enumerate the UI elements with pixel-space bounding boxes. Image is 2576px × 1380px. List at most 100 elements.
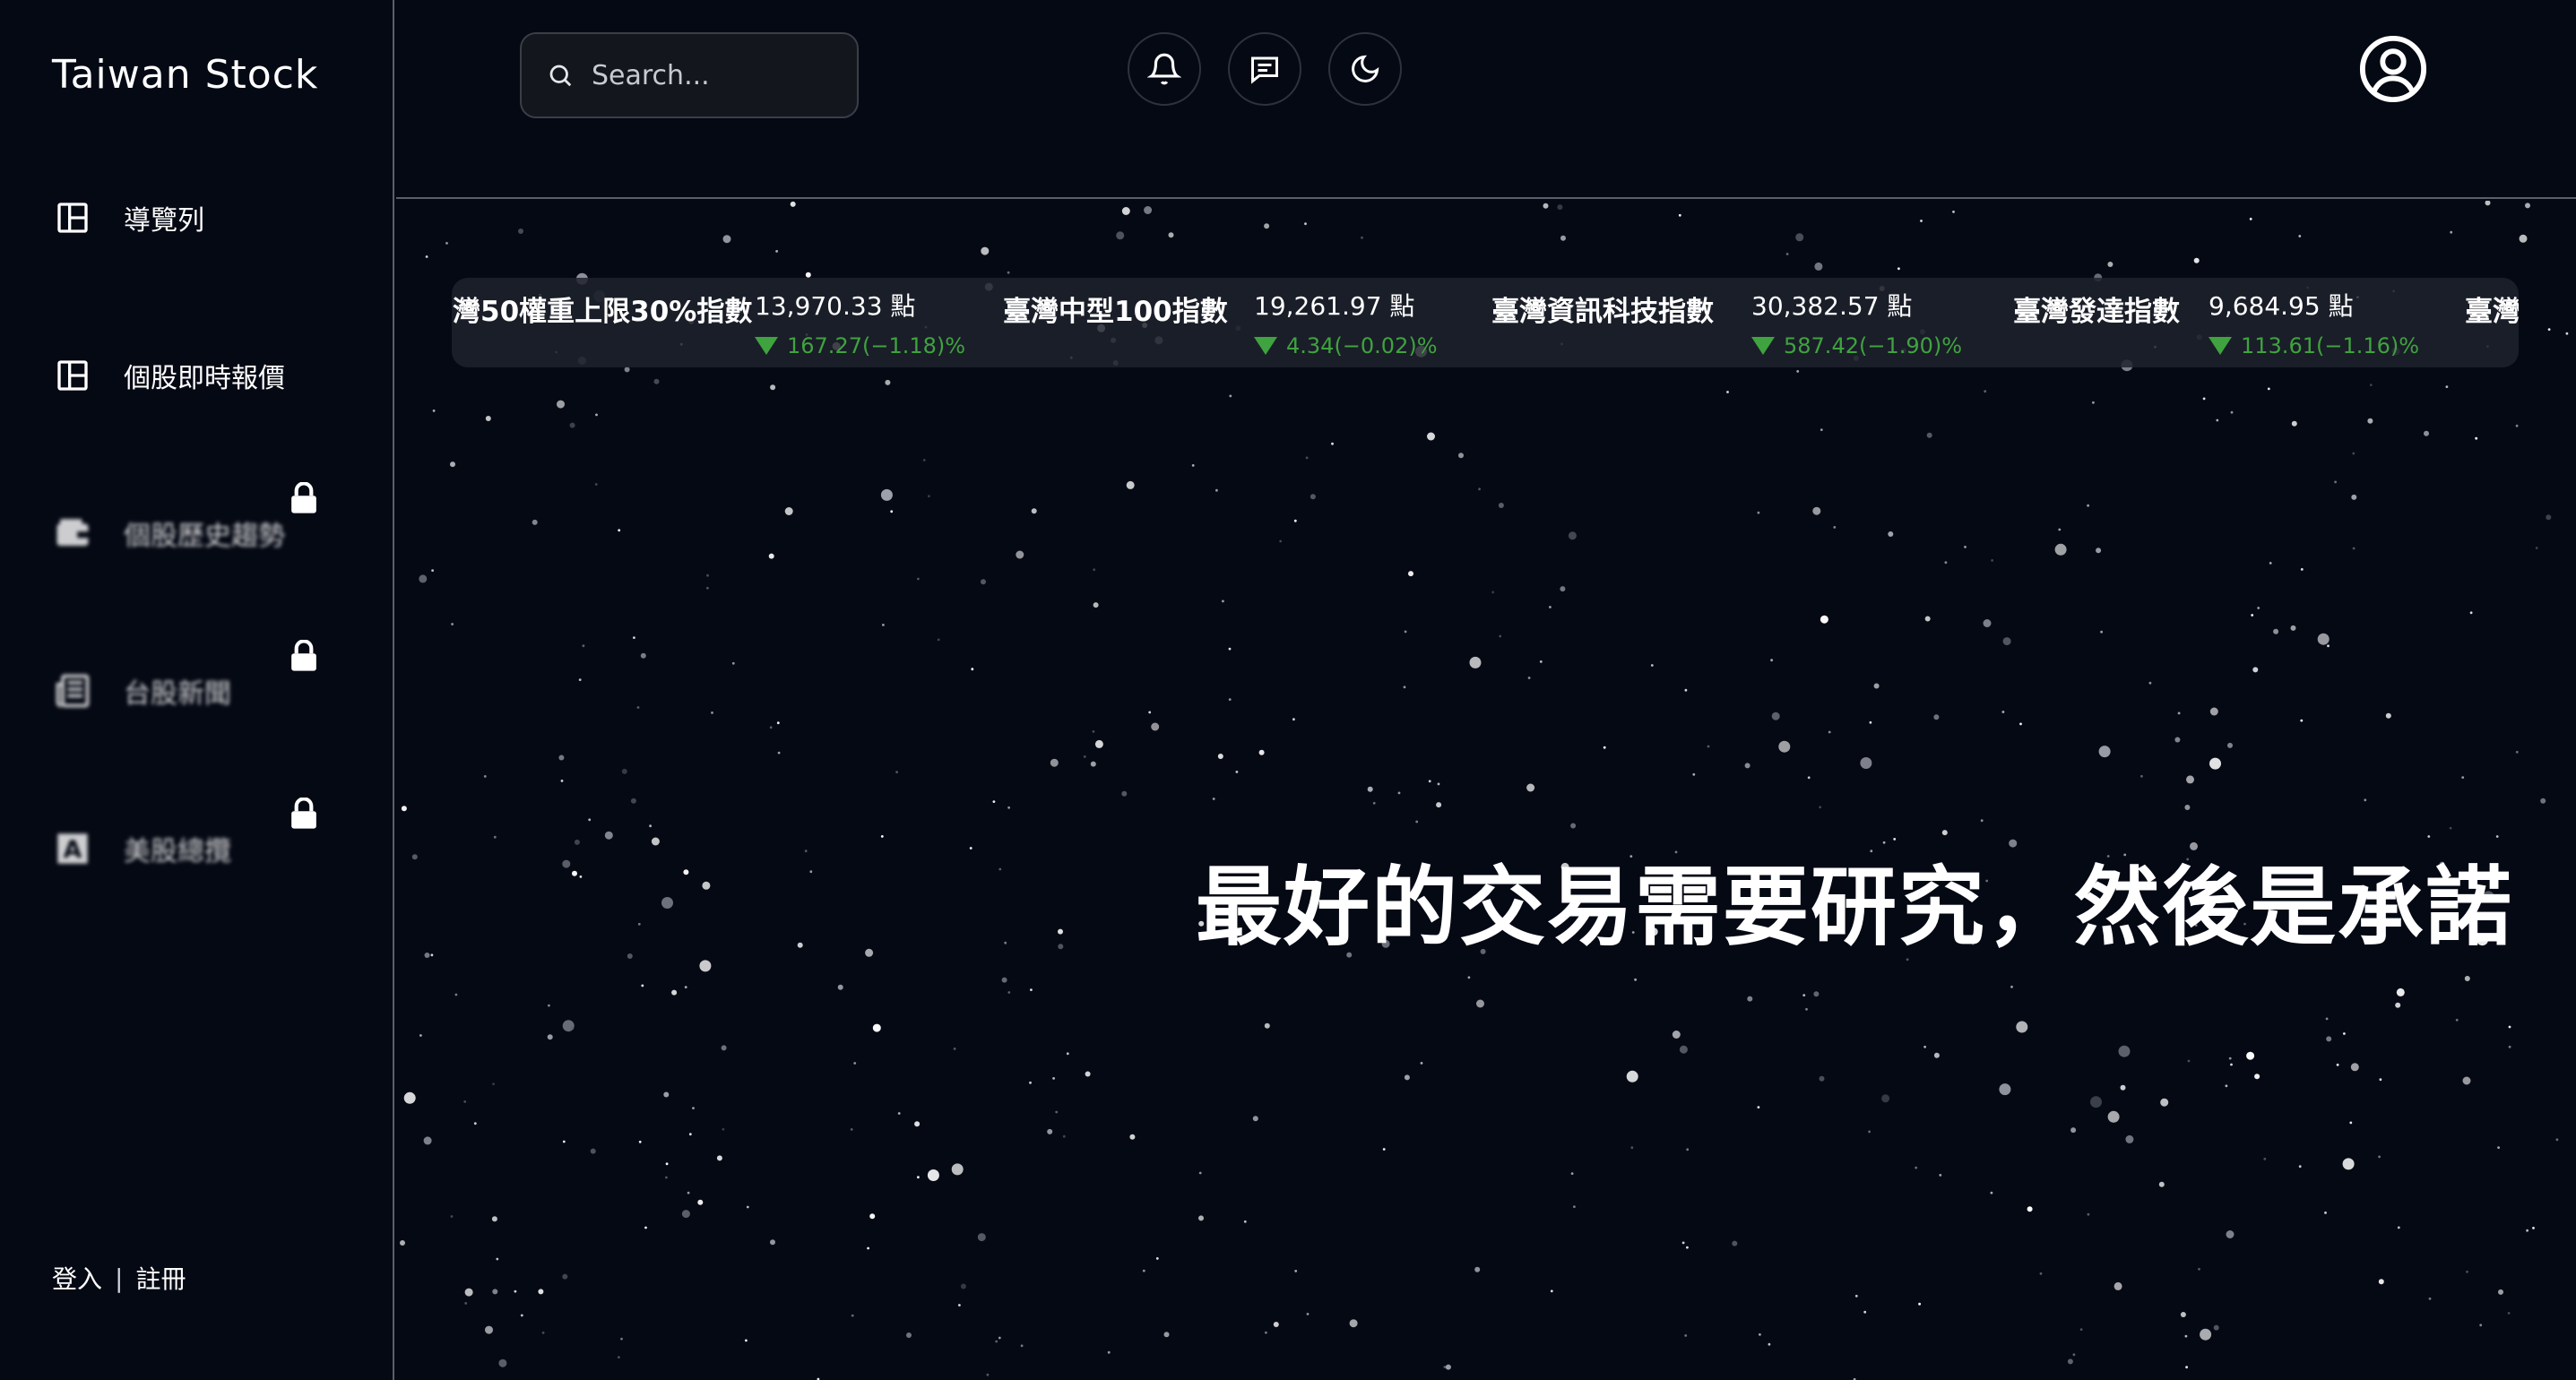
login-link[interactable]: 登入 xyxy=(52,1260,102,1296)
star-dot xyxy=(995,1340,998,1343)
star-dot xyxy=(425,255,428,258)
sidebar-item-realtime-quote[interactable]: 個股即時報價 xyxy=(52,349,357,402)
sidebar-item-us-overview[interactable]: A 美股總攬 xyxy=(52,822,357,875)
star-dot xyxy=(805,272,811,278)
sidebar-item-label: 導覽列 xyxy=(124,205,204,237)
star-dot xyxy=(1107,1350,1111,1354)
star-dot xyxy=(2072,1353,2076,1357)
star-dot xyxy=(1252,1116,1258,1122)
star-dot xyxy=(560,780,564,782)
lock-icon xyxy=(291,798,316,829)
brand-title[interactable]: Taiwan Stock xyxy=(52,52,318,98)
star-dot xyxy=(1397,791,1401,795)
star-dot xyxy=(681,1210,690,1219)
theme-toggle-button[interactable] xyxy=(1328,32,1402,106)
star-dot xyxy=(571,1027,575,1030)
sidebar-item-tw-news[interactable]: 台股新聞 xyxy=(52,664,357,718)
top-header xyxy=(396,0,2576,199)
star-dot xyxy=(872,1023,881,1032)
star-dot xyxy=(2291,420,2297,427)
star-dot xyxy=(1681,1241,1685,1245)
star-dot xyxy=(2327,644,2330,648)
notifications-button[interactable] xyxy=(1128,32,1201,106)
star-dot xyxy=(2184,805,2191,810)
ticker-change-text: 587.42(−1.90)% xyxy=(1784,333,1963,358)
star-dot xyxy=(1229,394,1232,398)
messages-button[interactable] xyxy=(1228,32,1301,106)
star-dot xyxy=(837,984,843,990)
star-dot xyxy=(1924,616,1931,622)
star-dot xyxy=(2230,410,2234,414)
sidebar-item-label: 個股即時報價 xyxy=(124,363,285,394)
star-dot xyxy=(1273,1322,1279,1327)
star-dot xyxy=(2246,1051,2255,1060)
star-dot xyxy=(463,1100,467,1103)
star-dot xyxy=(2378,1155,2382,1159)
star-dot xyxy=(1630,1146,1634,1150)
ticker-index-name: 臺灣50權重上限30%指數 xyxy=(452,296,753,328)
star-dot xyxy=(2120,1084,2126,1091)
star-dot xyxy=(1279,539,1283,543)
star-dot xyxy=(2326,1036,2332,1042)
sidebar-item-history-trend[interactable]: 個股歷史趨勢 xyxy=(52,506,357,560)
star-dot xyxy=(1707,745,1710,748)
star-dot xyxy=(2298,1165,2302,1169)
star-dot xyxy=(768,553,774,559)
star-dot xyxy=(1498,503,1504,508)
star-dot xyxy=(2525,203,2530,209)
star-dot xyxy=(2349,1121,2353,1125)
index-ticker[interactable]: 臺灣50權重上限30%指數 13,970.33 點 167.27(−1.18)%… xyxy=(452,278,2519,367)
star-dot xyxy=(706,586,709,590)
star-dot xyxy=(2397,1226,2400,1229)
star-dot xyxy=(1785,253,1789,255)
star-dot xyxy=(2334,480,2338,484)
star-dot xyxy=(411,854,418,860)
star-dot xyxy=(981,246,990,255)
star-dot xyxy=(2466,1270,2468,1273)
star-dot xyxy=(1235,771,1239,773)
star-dot xyxy=(2428,1297,2432,1300)
star-dot xyxy=(2092,401,2095,404)
star-dot xyxy=(1228,647,1232,651)
star-dot xyxy=(1539,660,1543,663)
search-box[interactable] xyxy=(520,32,859,118)
star-dot xyxy=(2202,397,2206,401)
star-dot xyxy=(1293,519,1297,522)
star-dot xyxy=(1819,1075,1825,1082)
star-dot xyxy=(579,875,583,878)
sidebar-item-navigation[interactable]: 導覽列 xyxy=(52,191,357,245)
star-dot xyxy=(492,1082,495,1086)
star-dot xyxy=(1092,730,1095,733)
star-dot xyxy=(2396,988,2405,996)
star-dot xyxy=(514,1289,517,1293)
star-dot xyxy=(1222,599,1224,603)
star-dot xyxy=(2455,1018,2459,1022)
moon-icon xyxy=(1352,55,1379,82)
register-link[interactable]: 註冊 xyxy=(135,1260,186,1296)
star-dot xyxy=(692,1107,695,1109)
user-avatar-button[interactable] xyxy=(2356,32,2430,106)
star-dot xyxy=(1168,232,1174,238)
star-dot xyxy=(2200,1328,2212,1341)
star-dot xyxy=(1726,391,1729,393)
star-dot xyxy=(1684,1334,1688,1337)
down-triangle-icon xyxy=(2209,337,2232,355)
star-dot xyxy=(1212,798,1215,800)
star-dot xyxy=(1292,718,1295,721)
star-dot xyxy=(1692,772,1696,776)
star-dot xyxy=(895,771,898,773)
ticker-index-value: 13,970.33 點 xyxy=(755,291,916,321)
sidebar: Taiwan Stock 導覽列 個股即時報價 個股歷史趨勢 台股新聞 A 美股… xyxy=(0,0,394,1380)
star-dot xyxy=(722,235,731,244)
star-dot xyxy=(1121,790,1128,797)
star-dot xyxy=(1163,1332,1170,1338)
search-input[interactable] xyxy=(592,59,843,91)
star-dot xyxy=(520,1314,523,1317)
star-dot xyxy=(2079,1328,2083,1331)
star-dot xyxy=(2184,1334,2188,1338)
star-dot xyxy=(2469,611,2473,615)
main-content: 臺灣50權重上限30%指數 13,970.33 點 167.27(−1.18)%… xyxy=(396,201,2576,1380)
star-dot xyxy=(1888,531,1894,537)
star-dot xyxy=(2515,424,2519,427)
star-dot xyxy=(2519,234,2528,243)
